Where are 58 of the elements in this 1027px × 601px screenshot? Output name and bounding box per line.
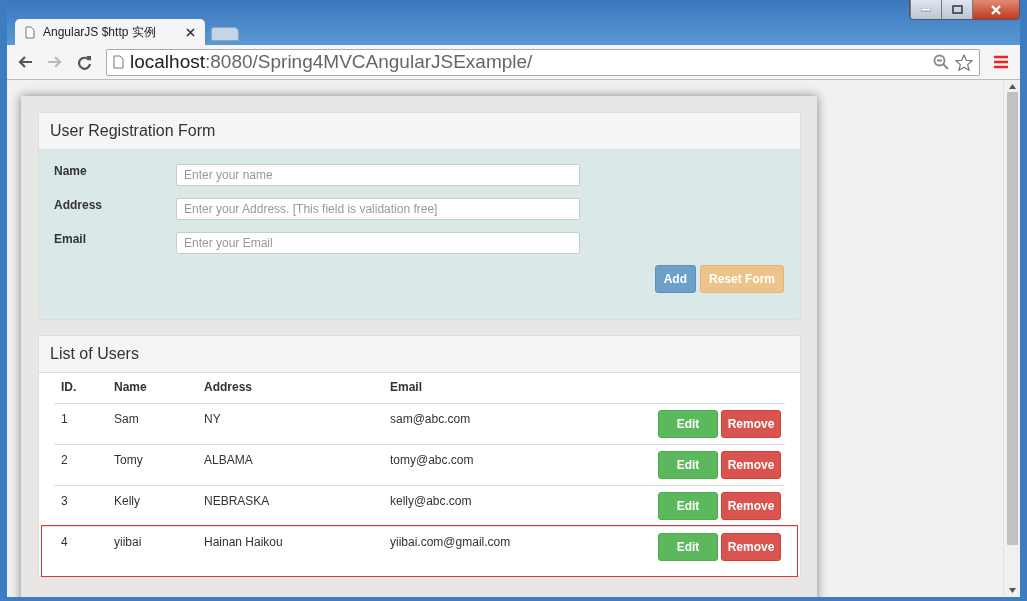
column-header: Name: [113, 380, 148, 396]
maximize-icon: [951, 5, 963, 14]
browser-tab[interactable]: AngularJS $http 实例: [15, 19, 205, 45]
page-icon: [25, 25, 35, 39]
table-cell-text: yiibai.com@gmail.com: [389, 534, 512, 551]
table-cell-text: Tomy: [113, 452, 144, 469]
table-cell-text: 2: [60, 452, 69, 469]
column-header: Address: [203, 380, 254, 396]
zoom-out-icon[interactable]: [933, 54, 949, 70]
remove-button[interactable]: Remove: [721, 410, 781, 438]
close-button[interactable]: [972, 0, 1019, 19]
input-field[interactable]: Enter your name: [176, 164, 580, 186]
edit-button[interactable]: Edit: [658, 492, 718, 520]
panel-title: User Registration Form: [50, 122, 216, 139]
scrollbar[interactable]: [1003, 80, 1020, 597]
scroll-down-icon[interactable]: [1008, 588, 1016, 593]
minimize-icon: [921, 7, 931, 12]
menu-icon[interactable]: [994, 55, 1008, 69]
table-cell-text: sam@abc.com: [389, 411, 472, 428]
scroll-up-icon[interactable]: [1008, 84, 1016, 89]
remove-button[interactable]: Remove: [721, 533, 781, 561]
table-cell-text: NEBRASKA: [203, 493, 271, 510]
field-label: Email: [54, 232, 87, 246]
table-cell-text: kelly@abc.com: [389, 493, 473, 510]
minimize-button[interactable]: [910, 0, 941, 19]
reload-icon[interactable]: [77, 54, 92, 70]
remove-button[interactable]: Remove: [721, 492, 781, 520]
table-cell-text: tomy@abc.com: [389, 452, 475, 469]
table-cell-text: Sam: [113, 411, 140, 428]
form-button[interactable]: Add: [654, 265, 696, 293]
panel-title: List of Users: [50, 345, 139, 362]
table-cell-text: 1: [60, 411, 69, 428]
url-text: localhost:8080/Spring4MVCAngularJSExample/: [130, 51, 533, 73]
column-header: Email: [389, 380, 423, 396]
table-cell-text: ALBAMA: [203, 452, 254, 469]
table-cell-text: NY: [203, 411, 222, 428]
address-bar[interactable]: localhost:8080/Spring4MVCAngularJSExample/: [106, 48, 980, 76]
column-header: ID.: [60, 380, 78, 396]
remove-button[interactable]: Remove: [721, 451, 781, 479]
table-cell-text: yiibai: [113, 534, 143, 551]
field-label: Name: [54, 164, 88, 178]
tab-title: AngularJS $http 实例: [43, 23, 157, 41]
input-field[interactable]: Enter your Email: [176, 232, 580, 254]
maximize-button[interactable]: [941, 0, 972, 19]
edit-button[interactable]: Edit: [658, 533, 718, 561]
star-icon[interactable]: [955, 53, 973, 71]
table-cell-text: Kelly: [113, 493, 141, 510]
edit-button[interactable]: Edit: [658, 451, 718, 479]
page-icon: [113, 55, 124, 69]
back-icon[interactable]: [17, 55, 33, 69]
table-cell-text: 3: [60, 493, 69, 510]
close-icon[interactable]: [186, 27, 195, 37]
input-field[interactable]: Enter your Address. [This field is validation free]: [176, 198, 580, 220]
field-label: Address: [54, 198, 104, 212]
table-cell-text: Hainan Haikou: [203, 534, 284, 551]
edit-button[interactable]: Edit: [658, 410, 718, 438]
table-cell-text: 4: [60, 534, 69, 551]
close-icon: [990, 4, 1002, 15]
